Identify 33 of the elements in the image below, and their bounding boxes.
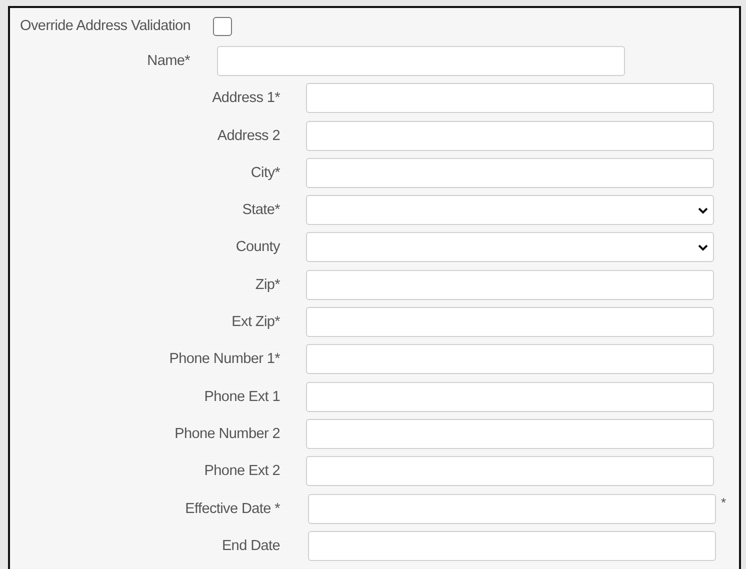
field-label: Phone Number 1*	[169, 351, 280, 368]
field-label: Effective Date *	[185, 500, 280, 517]
input-field[interactable]	[306, 418, 714, 449]
field-label: State*	[242, 202, 280, 218]
input-field[interactable]	[306, 382, 714, 412]
input-field[interactable]	[306, 83, 714, 114]
field-label: Phone Ext 2	[204, 463, 280, 480]
field-label: Name*	[147, 53, 190, 69]
chevron-down-icon	[698, 244, 708, 251]
field-label: Phone Ext 1	[204, 388, 280, 405]
field-label: Zip*	[255, 276, 280, 293]
field-label: City*	[250, 164, 280, 181]
dropdown[interactable]	[306, 195, 714, 226]
input-field[interactable]	[306, 307, 714, 338]
chevron-down-icon	[698, 206, 708, 214]
input-field[interactable]	[306, 456, 714, 486]
input-field[interactable]	[217, 46, 625, 76]
input-field[interactable]	[306, 270, 714, 300]
required-mark: *	[721, 494, 726, 510]
field-label: County	[236, 239, 280, 256]
input-field[interactable]	[306, 344, 714, 374]
date-field[interactable]	[308, 494, 716, 524]
dropdown[interactable]	[306, 232, 714, 262]
field-label: Override Address Validation	[19, 18, 191, 34]
field-label: Ext Zip*	[232, 314, 280, 330]
input-field[interactable]	[306, 158, 714, 188]
field-label: Phone Number 2	[174, 426, 280, 442]
input-field[interactable]	[306, 120, 714, 151]
field-label: End Date	[222, 538, 280, 554]
date-field[interactable]	[308, 530, 716, 561]
checkbox[interactable]	[213, 16, 232, 36]
field-label: Address 2	[217, 128, 280, 144]
field-label: Address 1*	[212, 90, 280, 106]
